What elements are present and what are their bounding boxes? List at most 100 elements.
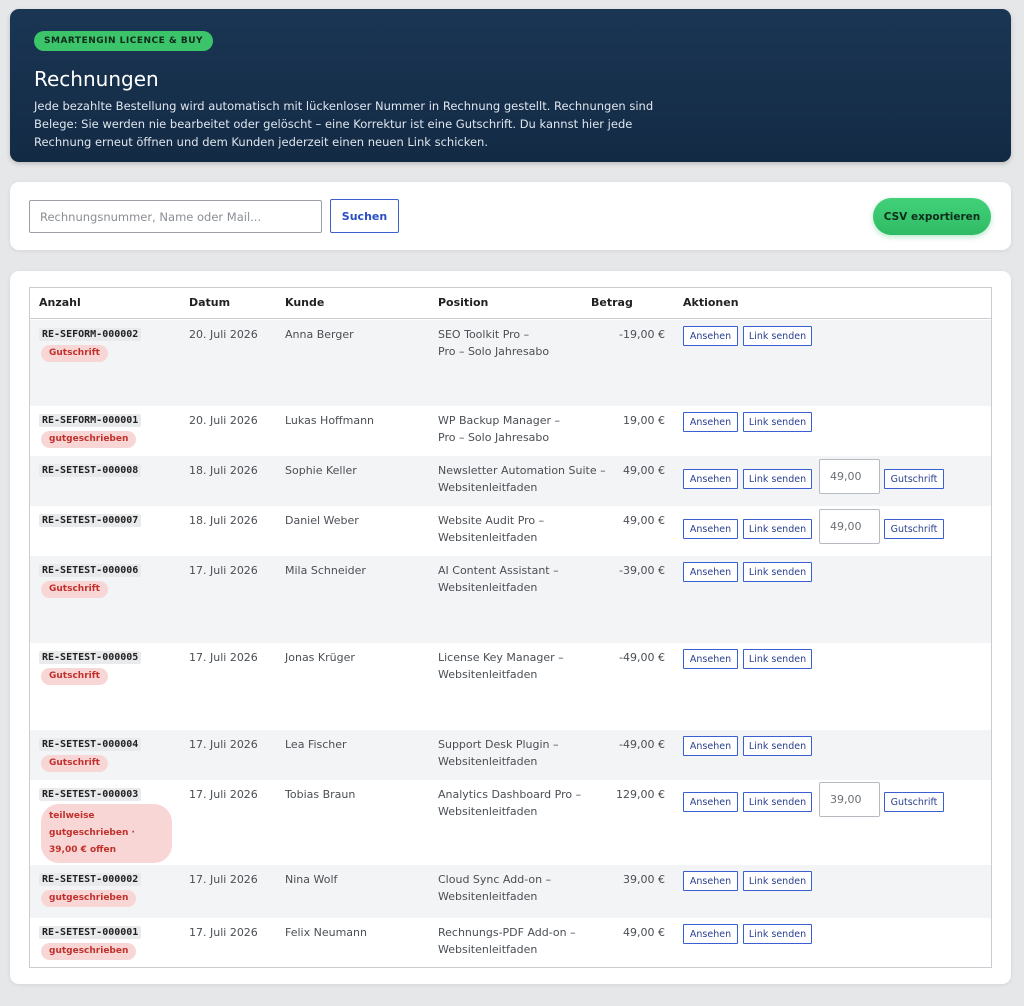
invoice-amount: -19,00 € xyxy=(619,328,665,341)
invoice-number: RE-SETEST-000008 xyxy=(39,464,142,477)
invoice-date: 17. Juli 2026 xyxy=(189,788,258,801)
position-name: Support Desk Plugin – Websitenleitfaden xyxy=(438,736,608,770)
table-row: RE-SETEST-000006 Gutschrift 17. Juli 2026 M… xyxy=(30,556,991,643)
column-header-betrag: Betrag xyxy=(591,296,633,309)
invoice-date: 17. Juli 2026 xyxy=(189,738,258,751)
send-link-button[interactable]: Link senden xyxy=(743,326,812,346)
view-invoice-button[interactable]: Ansehen xyxy=(683,924,738,944)
invoice-date: 17. Juli 2026 xyxy=(189,926,258,939)
table-row: RE-SETEST-000002 gutgeschrieben 17. Juli 2… xyxy=(30,865,991,918)
position-name: AI Content Assistant – Websitenleitfaden xyxy=(438,562,608,596)
invoice-number: RE-SETEST-000006 xyxy=(39,564,142,577)
column-header-aktionen: Aktionen xyxy=(683,296,739,309)
credit-amount-input[interactable] xyxy=(819,782,880,817)
invoice-amount: 19,00 € xyxy=(623,414,665,427)
customer-name: Lea Fischer xyxy=(285,738,347,751)
invoice-table: Anzahl Datum Kunde Position Betrag Aktio… xyxy=(29,287,992,968)
send-link-button[interactable]: Link senden xyxy=(743,871,812,891)
position-plan: Pro – Solo Jahresabo xyxy=(438,345,550,358)
invoice-amount: -39,00 € xyxy=(619,564,665,577)
search-button[interactable]: Suchen xyxy=(330,199,399,233)
invoice-number: RE-SETEST-000001 xyxy=(39,926,142,939)
position-name: Newsletter Automation Suite – Websitenlei… xyxy=(438,462,608,496)
column-header-position: Position xyxy=(438,296,489,309)
send-link-button[interactable]: Link senden xyxy=(743,736,812,756)
send-link-button[interactable]: Link senden xyxy=(743,412,812,432)
status-badge: teilweise gutgeschrieben · 39,00 € offen xyxy=(41,804,172,863)
position-plan: Websitenleitfaden xyxy=(438,755,538,768)
send-link-button[interactable]: Link senden xyxy=(743,792,812,812)
invoice-number: RE-SETEST-000003 xyxy=(39,788,142,801)
position-plan: Websitenleitfaden xyxy=(438,668,538,681)
invoice-amount: 129,00 € xyxy=(616,788,665,801)
credit-note-button[interactable]: Gutschrift xyxy=(884,469,944,489)
credit-amount-input[interactable] xyxy=(819,459,880,494)
invoice-date: 18. Juli 2026 xyxy=(189,514,258,527)
view-invoice-button[interactable]: Ansehen xyxy=(683,736,738,756)
invoice-date: 17. Juli 2026 xyxy=(189,651,258,664)
search-toolbar: Suchen CSV exportieren xyxy=(10,182,1011,250)
position-plan: Websitenleitfaden xyxy=(438,481,538,494)
table-row: RE-SETEST-000001 gutgeschrieben 17. Juli 2… xyxy=(30,918,991,968)
position-plan: Websitenleitfaden xyxy=(438,581,538,594)
status-badge: Gutschrift xyxy=(41,581,108,598)
customer-name: Anna Berger xyxy=(285,328,354,341)
view-invoice-button[interactable]: Ansehen xyxy=(683,519,738,539)
table-row: RE-SETEST-000003 teilweise gutgeschrieben… xyxy=(30,780,991,865)
customer-name: Daniel Weber xyxy=(285,514,359,527)
invoice-date: 17. Juli 2026 xyxy=(189,564,258,577)
invoice-number: RE-SEFORM-000001 xyxy=(39,414,142,427)
invoice-date: 20. Juli 2026 xyxy=(189,328,258,341)
position-product: Support Desk Plugin – xyxy=(438,738,559,751)
position-product: Newsletter Automation Suite – xyxy=(438,464,606,477)
invoice-date: 17. Juli 2026 xyxy=(189,873,258,886)
send-link-button[interactable]: Link senden xyxy=(743,469,812,489)
position-product: License Key Manager – xyxy=(438,651,564,664)
status-badge: Gutschrift xyxy=(41,668,108,685)
customer-name: Nina Wolf xyxy=(285,873,338,886)
table-row: RE-SETEST-000005 Gutschrift 17. Juli 2026 J… xyxy=(30,643,991,730)
customer-name: Felix Neumann xyxy=(285,926,367,939)
table-row: RE-SETEST-000007 18. Juli 2026 Daniel Webe… xyxy=(30,506,991,556)
table-row: RE-SETEST-000004 Gutschrift 17. Juli 2026 L… xyxy=(30,730,991,780)
view-invoice-button[interactable]: Ansehen xyxy=(683,649,738,669)
invoice-amount: 39,00 € xyxy=(623,873,665,886)
invoice-amount: -49,00 € xyxy=(619,738,665,751)
credit-note-button[interactable]: Gutschrift xyxy=(884,792,944,812)
invoice-number: RE-SETEST-000004 xyxy=(39,738,142,751)
position-product: AI Content Assistant – xyxy=(438,564,559,577)
position-plan: Websitenleitfaden xyxy=(438,890,538,903)
position-name: Website Audit Pro – Websitenleitfaden xyxy=(438,512,608,546)
customer-name: Lukas Hoffmann xyxy=(285,414,375,427)
column-header-datum: Datum xyxy=(189,296,231,309)
view-invoice-button[interactable]: Ansehen xyxy=(683,412,738,432)
position-plan: Websitenleitfaden xyxy=(438,531,538,544)
position-plan: Websitenleitfaden xyxy=(438,805,538,818)
send-link-button[interactable]: Link senden xyxy=(743,562,812,582)
send-link-button[interactable]: Link senden xyxy=(743,519,812,539)
send-link-button[interactable]: Link senden xyxy=(743,649,812,669)
status-badge: gutgeschrieben xyxy=(41,890,137,907)
view-invoice-button[interactable]: Ansehen xyxy=(683,326,738,346)
status-badge: Gutschrift xyxy=(41,755,108,772)
customer-name: Mila Schneider xyxy=(285,564,366,577)
credit-amount-input[interactable] xyxy=(819,509,880,544)
status-badge: Gutschrift xyxy=(41,345,108,362)
csv-export-button[interactable]: CSV exportieren xyxy=(873,198,991,235)
invoice-amount: 49,00 € xyxy=(623,464,665,477)
status-badge: gutgeschrieben xyxy=(41,431,137,448)
credit-note-button[interactable]: Gutschrift xyxy=(884,519,944,539)
column-header-anzahl: Anzahl xyxy=(39,296,81,309)
view-invoice-button[interactable]: Ansehen xyxy=(683,469,738,489)
invoice-number: RE-SEFORM-000002 xyxy=(39,328,142,341)
view-invoice-button[interactable]: Ansehen xyxy=(683,871,738,891)
customer-name: Tobias Braun xyxy=(285,788,356,801)
view-invoice-button[interactable]: Ansehen xyxy=(683,562,738,582)
position-name: License Key Manager – Websitenleitfaden xyxy=(438,649,608,683)
position-product: SEO Toolkit Pro – xyxy=(438,328,530,341)
view-invoice-button[interactable]: Ansehen xyxy=(683,792,738,812)
position-product: WP Backup Manager – xyxy=(438,414,561,427)
send-link-button[interactable]: Link senden xyxy=(743,924,812,944)
position-product: Rechnungs-PDF Add-on – xyxy=(438,926,576,939)
search-input[interactable] xyxy=(29,200,322,233)
